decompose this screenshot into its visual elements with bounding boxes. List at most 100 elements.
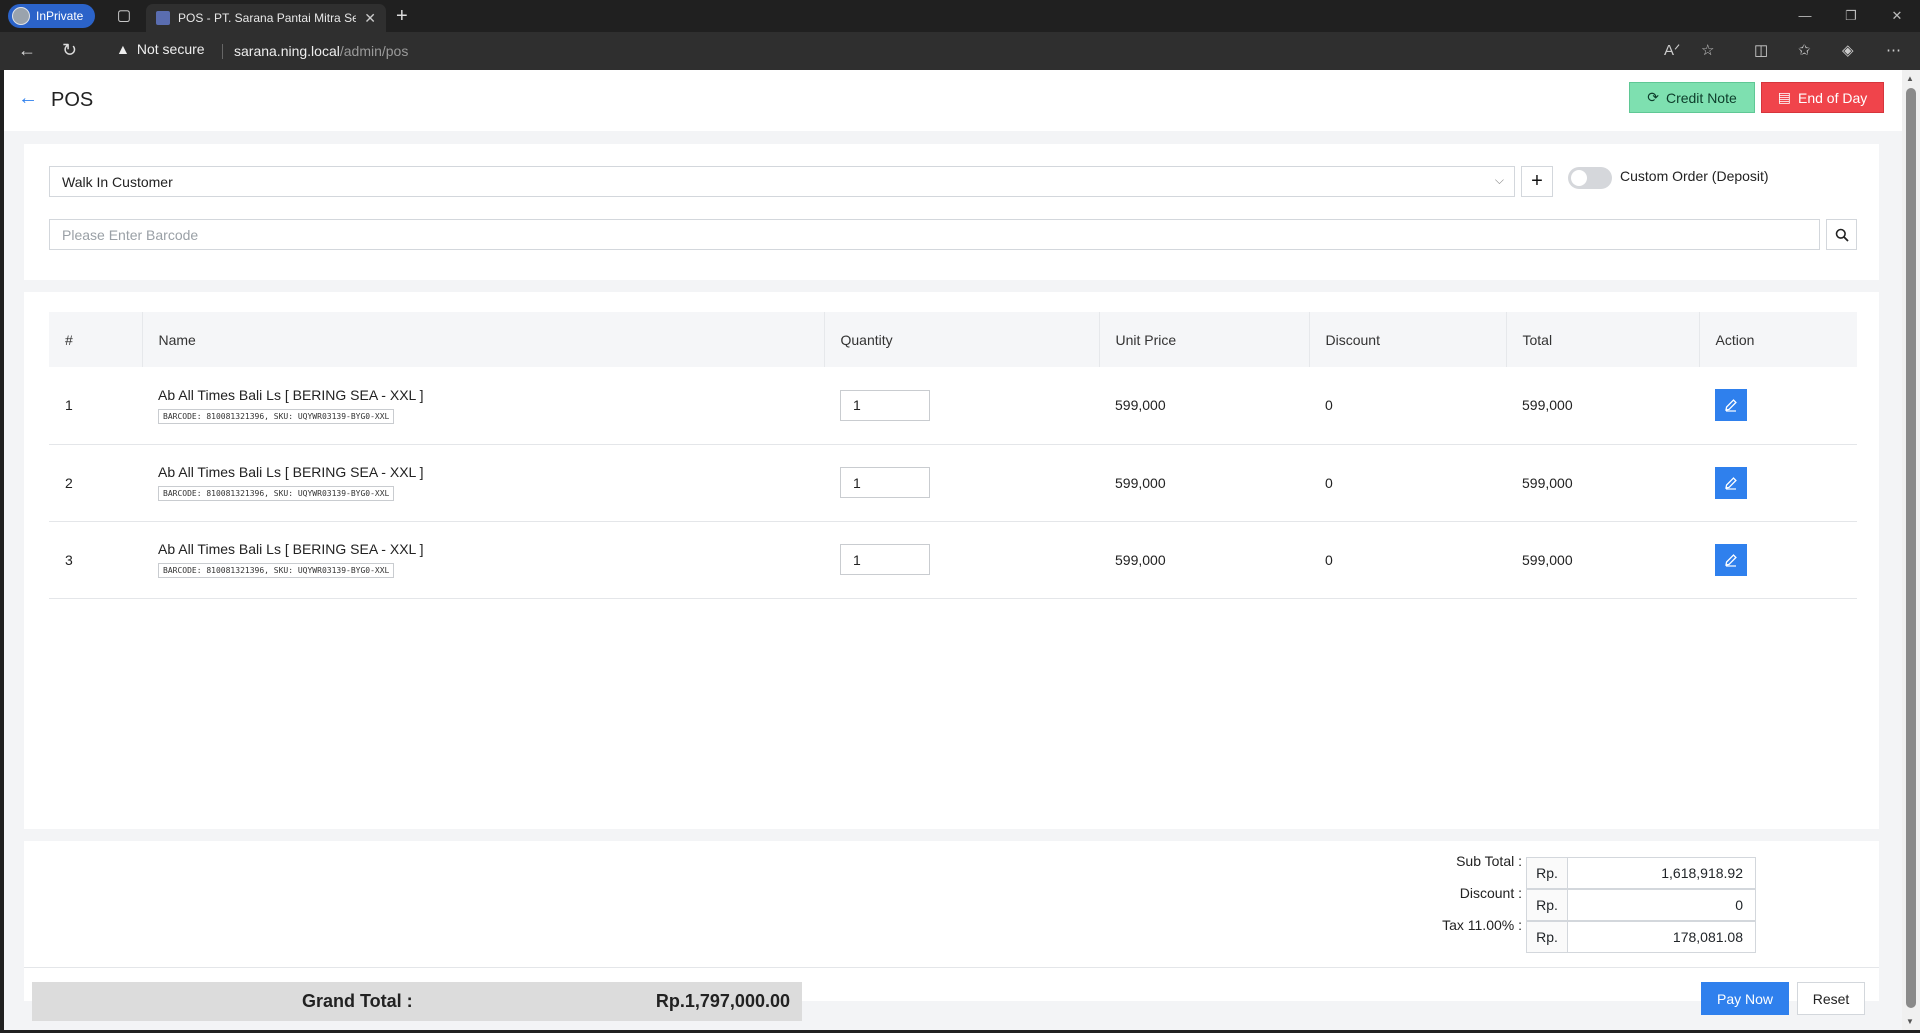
discount-value: 0	[1568, 889, 1756, 921]
item-code-badge: BARCODE: 810081321396, SKU: UQYWR03139-B…	[158, 408, 395, 424]
url-field[interactable]: sarana.ning.local/admin/pos	[234, 43, 408, 59]
pay-now-button[interactable]: Pay Now	[1701, 982, 1789, 1015]
window-controls: — ❐ ✕	[1782, 0, 1920, 32]
url-host: sarana.ning.local	[234, 43, 340, 59]
new-tab-icon[interactable]: +	[396, 4, 408, 28]
reset-button[interactable]: Reset	[1797, 982, 1865, 1015]
search-icon	[1835, 228, 1849, 242]
currency-label: Rp.	[1526, 857, 1568, 889]
profile-avatar	[12, 7, 30, 25]
read-aloud-icon[interactable]: Aᐟ	[1664, 41, 1680, 59]
browser-tab-active[interactable]: POS - PT. Sarana Pantai Mitra Se ✕	[146, 4, 386, 32]
refresh-icon[interactable]: ↻	[62, 40, 77, 60]
split-screen-icon[interactable]: ◫	[1754, 41, 1768, 59]
page-title: POS	[51, 89, 94, 111]
item-cell: Ab All Times Bali Ls [ BERING SEA - XXL …	[142, 444, 824, 522]
security-indicator[interactable]: ▲ Not secure	[116, 41, 205, 57]
row-number: 1	[49, 367, 142, 445]
custom-order-label: Custom Order (Deposit)	[1620, 168, 1769, 184]
column-header: Action	[1699, 312, 1857, 367]
more-icon[interactable]: ⋯	[1886, 41, 1901, 59]
cart-table: # Name Quantity Unit Price Discount Tota…	[49, 312, 1857, 599]
favorite-star-icon[interactable]: ☆	[1701, 41, 1714, 59]
line-total: 599,000	[1506, 521, 1699, 599]
quantity-input[interactable]	[840, 467, 930, 498]
item-name: Ab All Times Bali Ls [ BERING SEA - XXL …	[158, 541, 424, 557]
page-scrollbar[interactable]: ▲ ▼	[1902, 70, 1920, 1030]
warning-icon: ▲	[116, 41, 130, 57]
grand-total-bar: Grand Total : Rp.1,797,000.00	[32, 982, 802, 1021]
add-customer-button[interactable]: +	[1521, 166, 1553, 197]
column-header: Unit Price	[1099, 312, 1310, 367]
back-icon[interactable]: ←	[18, 40, 36, 60]
currency-label: Rp.	[1526, 889, 1568, 921]
quantity-cell	[824, 367, 1099, 445]
restore-icon[interactable]: ❐	[1828, 0, 1874, 32]
column-header: #	[49, 312, 143, 367]
column-header: Name	[142, 312, 825, 367]
subtotal-value: 1,618,918.92	[1568, 857, 1756, 889]
edit-item-button[interactable]	[1715, 389, 1747, 422]
barcode-input[interactable]	[49, 219, 1820, 250]
extensions-icon[interactable]: ◈	[1842, 41, 1854, 59]
plus-icon: +	[1531, 170, 1543, 192]
inprivate-label: InPrivate	[36, 9, 84, 23]
discount: 0	[1309, 367, 1506, 445]
end-of-day-button[interactable]: ▤ End of Day	[1761, 82, 1884, 113]
scroll-up-icon[interactable]: ▲	[1906, 74, 1914, 83]
unit-price: 599,000	[1099, 367, 1309, 445]
action-cell	[1699, 367, 1857, 445]
edit-item-button[interactable]	[1715, 543, 1747, 576]
discount: 0	[1309, 444, 1506, 522]
column-header: Discount	[1309, 312, 1507, 367]
scroll-down-icon[interactable]: ▼	[1906, 1017, 1914, 1026]
scrollbar-thumb[interactable]	[1906, 88, 1916, 1008]
back-arrow-icon[interactable]: ←	[18, 87, 38, 110]
line-total: 599,000	[1506, 367, 1699, 445]
cart-card: # Name Quantity Unit Price Discount Tota…	[24, 292, 1879, 829]
barcode-search-button[interactable]	[1826, 219, 1857, 250]
toggle-knob	[1571, 170, 1587, 186]
edit-item-button[interactable]	[1715, 466, 1747, 499]
table-row: 1 Ab All Times Bali Ls [ BERING SEA - XX…	[49, 367, 1857, 445]
tab-title: POS - PT. Sarana Pantai Mitra Se	[178, 11, 357, 25]
tax-row: Tax 11.00% : Rp. 178,081.08	[1426, 917, 1756, 953]
quantity-input[interactable]	[840, 544, 930, 575]
quantity-input[interactable]	[840, 389, 930, 421]
grand-total-label: Grand Total :	[302, 991, 413, 1011]
close-tab-icon[interactable]: ✕	[364, 10, 376, 27]
currency-label: Rp.	[1526, 921, 1568, 953]
tax-label: Tax 11.00% :	[1442, 917, 1522, 933]
subtotal-label: Sub Total :	[1456, 853, 1522, 869]
close-window-icon[interactable]: ✕	[1874, 0, 1920, 32]
item-name: Ab All Times Bali Ls [ BERING SEA - XXL …	[158, 386, 424, 403]
item-cell: Ab All Times Bali Ls [ BERING SEA - XXL …	[142, 367, 824, 445]
workspaces-icon[interactable]: ▢	[114, 6, 134, 26]
grand-total-value: Rp.1,797,000.00	[655, 991, 790, 1011]
line-total: 599,000	[1506, 444, 1699, 522]
quantity-cell	[824, 521, 1099, 599]
row-number: 2	[49, 444, 142, 522]
unit-price: 599,000	[1099, 444, 1309, 522]
favorites-icon[interactable]: ✩	[1798, 41, 1811, 59]
credit-note-button[interactable]: ⟳ Credit Note	[1629, 82, 1755, 113]
customer-card: Walk In Customer ⌵ + Custom Order (Depos…	[24, 144, 1879, 280]
tax-value: 178,081.08	[1568, 921, 1756, 953]
item-name: Ab All Times Bali Ls [ BERING SEA - XXL …	[158, 464, 424, 480]
table-row: 3 Ab All Times Bali Ls [ BERING SEA - XX…	[49, 521, 1857, 599]
item-code-badge: BARCODE: 810081321396, SKU: UQYWR03139-B…	[158, 486, 395, 501]
page-content: ← POS ⟳ Credit Note ▤ End of Day Walk In…	[4, 70, 1902, 1030]
customer-select[interactable]: Walk In Customer ⌵	[49, 166, 1515, 197]
minimize-icon[interactable]: —	[1782, 0, 1828, 32]
customer-selected: Walk In Customer	[62, 173, 173, 190]
quantity-cell	[824, 444, 1099, 522]
column-header: Total	[1506, 312, 1700, 367]
pencil-icon	[1725, 553, 1737, 567]
end-of-day-label: End of Day	[1797, 89, 1868, 106]
inprivate-badge[interactable]: InPrivate	[8, 4, 96, 28]
refresh-icon: ⟳	[1647, 89, 1659, 105]
item-code-badge: BARCODE: 810081321396, SKU: UQYWR03139-B…	[158, 563, 395, 578]
table-row: 2 Ab All Times Bali Ls [ BERING SEA - XX…	[49, 444, 1857, 522]
custom-order-toggle[interactable]	[1568, 167, 1612, 189]
browser-tab-bar: InPrivate ▢ POS - PT. Sarana Pantai Mitr…	[0, 0, 1920, 32]
